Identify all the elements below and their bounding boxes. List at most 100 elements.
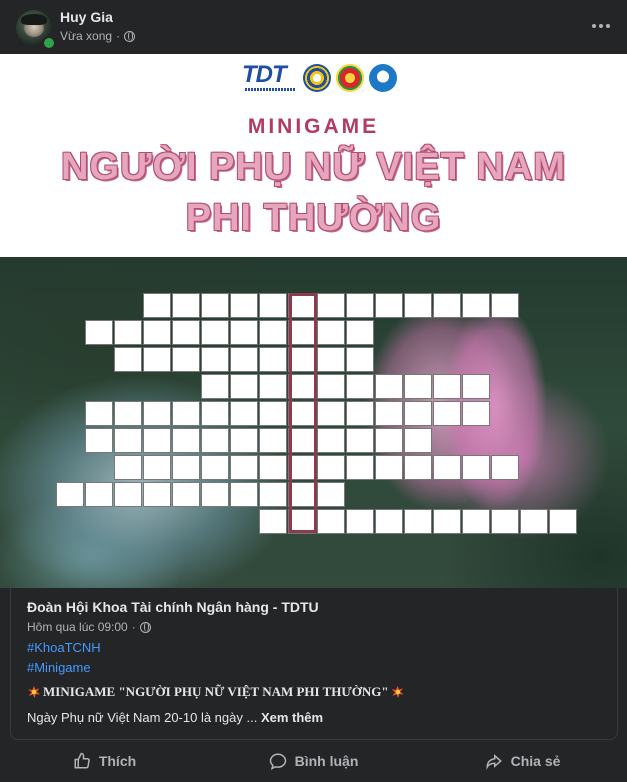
crossword-cell xyxy=(172,293,200,318)
like-label: Thích xyxy=(98,753,137,769)
comment-button[interactable]: Bình luận xyxy=(209,740,418,782)
tdt-logo: TDT xyxy=(242,63,298,93)
crossword-cell xyxy=(172,320,200,345)
crossword-cell xyxy=(259,347,287,372)
crossword-cell xyxy=(375,509,403,534)
globe-icon[interactable] xyxy=(124,30,136,42)
meta-separator: · xyxy=(131,620,136,634)
minigame-label: MINIGAME xyxy=(247,115,380,138)
crossword-key-column xyxy=(289,293,317,533)
crossword-cell xyxy=(404,509,432,534)
crossword-cell xyxy=(404,455,432,480)
shared-post-time[interactable]: Hôm qua lúc 09:00 xyxy=(27,620,128,634)
crossword-cell xyxy=(172,428,200,453)
crossword-cell xyxy=(85,428,113,453)
post-time[interactable]: Vừa xong xyxy=(60,29,112,43)
caption-body-text: Ngày Phụ nữ Việt Nam 20-10 là ngày ... xyxy=(27,710,258,725)
crossword-cell xyxy=(317,401,345,426)
globe-icon xyxy=(139,621,151,633)
caption-title-text: MINIGAME "NGƯỜI PHỤ NỮ VIỆT NAM PHI THƯỜ… xyxy=(43,684,389,699)
post-author[interactable]: Huy Gia xyxy=(60,9,113,25)
post-actions: Thích Bình luận Chia sẻ xyxy=(0,740,627,782)
crossword-cell xyxy=(114,482,142,507)
page-name[interactable]: Đoàn Hội Khoa Tài chính Ngân hàng - TDTU xyxy=(27,599,319,615)
crossword-cell xyxy=(491,509,519,534)
share-button[interactable]: Chia sẻ xyxy=(418,740,627,782)
crossword-cell xyxy=(462,509,490,534)
share-label: Chia sẻ xyxy=(510,753,561,769)
crossword-cell xyxy=(114,401,142,426)
comment-label: Bình luận xyxy=(294,753,359,769)
crossword-cell xyxy=(172,347,200,372)
crossword-cell xyxy=(317,428,345,453)
meta-separator: · xyxy=(116,29,121,43)
crossword-cell xyxy=(114,347,142,372)
crossword-cell xyxy=(375,293,403,318)
crossword-cell xyxy=(230,320,258,345)
crossword-cell xyxy=(433,401,461,426)
crossword-cell xyxy=(404,293,432,318)
banner-title-line-1: NGƯỜI PHỤ NỮ VIỆT NAM xyxy=(61,146,566,188)
crossword-cell xyxy=(85,482,113,507)
crossword-cell xyxy=(346,428,374,453)
shared-post-card[interactable]: Đoàn Hội Khoa Tài chính Ngân hàng - TDTU… xyxy=(10,588,618,740)
crossword-cell xyxy=(375,374,403,399)
crossword-cell xyxy=(462,293,490,318)
crossword-cell xyxy=(230,293,258,318)
crossword-cell xyxy=(317,347,345,372)
crossword-cell xyxy=(346,455,374,480)
crossword-cell xyxy=(433,509,461,534)
crossword-cell xyxy=(259,401,287,426)
crossword-cell xyxy=(404,401,432,426)
crossword-cell xyxy=(114,320,142,345)
crossword-cell xyxy=(143,293,171,318)
banner-title-line-2: PHI THƯỜNG xyxy=(185,197,442,239)
crossword-cell xyxy=(201,401,229,426)
see-more-link[interactable]: Xem thêm xyxy=(261,710,323,725)
crossword-cell xyxy=(375,428,403,453)
crossword-cell xyxy=(404,374,432,399)
crossword-image[interactable] xyxy=(0,257,627,588)
crossword-cell xyxy=(346,509,374,534)
crossword-cell xyxy=(433,293,461,318)
crossword-cell xyxy=(375,455,403,480)
crossword-cell xyxy=(549,509,577,534)
comment-icon xyxy=(269,753,286,770)
crossword-cell xyxy=(143,401,171,426)
crossword-cell xyxy=(317,455,345,480)
hashtag-minigame[interactable]: #Minigame xyxy=(27,660,91,675)
post-image-banner[interactable]: TDT MINIGAME NGƯỜI PHỤ NỮ VIỆT NAM PHI T… xyxy=(0,54,627,257)
crossword-cell xyxy=(520,509,548,534)
post-header: Huy Gia Vừa xong · xyxy=(0,0,627,54)
dot xyxy=(606,24,610,28)
spark-icon xyxy=(391,685,405,699)
crossword-cell xyxy=(230,347,258,372)
crossword-cell xyxy=(259,428,287,453)
crossword-cell xyxy=(172,482,200,507)
crossword-cell xyxy=(230,401,258,426)
spark-icon xyxy=(27,685,41,699)
crossword-cell xyxy=(317,482,345,507)
more-options-icon[interactable] xyxy=(589,14,613,38)
caption-body: Ngày Phụ nữ Việt Nam 20-10 là ngày ... X… xyxy=(27,710,323,725)
hashtag-khoatcnh[interactable]: #KhoaTCNH xyxy=(27,640,101,655)
crossword-cell xyxy=(433,374,461,399)
dot xyxy=(599,24,603,28)
crossword-cell xyxy=(172,455,200,480)
crossword-cell xyxy=(259,320,287,345)
emblem-logo-1 xyxy=(303,64,331,92)
crossword-cell xyxy=(172,401,200,426)
tdt-logo-text: TDT xyxy=(242,61,287,88)
crossword-cell xyxy=(259,482,287,507)
crossword-cell xyxy=(56,482,84,507)
like-button[interactable]: Thích xyxy=(0,740,209,782)
crossword-cell xyxy=(346,293,374,318)
crossword-cell xyxy=(201,374,229,399)
crossword-cell xyxy=(491,455,519,480)
crossword-cell xyxy=(230,455,258,480)
crossword-cell xyxy=(462,455,490,480)
crossword-cell xyxy=(375,401,403,426)
crossword-cell xyxy=(346,374,374,399)
crossword-cell xyxy=(143,428,171,453)
crossword-cell xyxy=(433,455,461,480)
